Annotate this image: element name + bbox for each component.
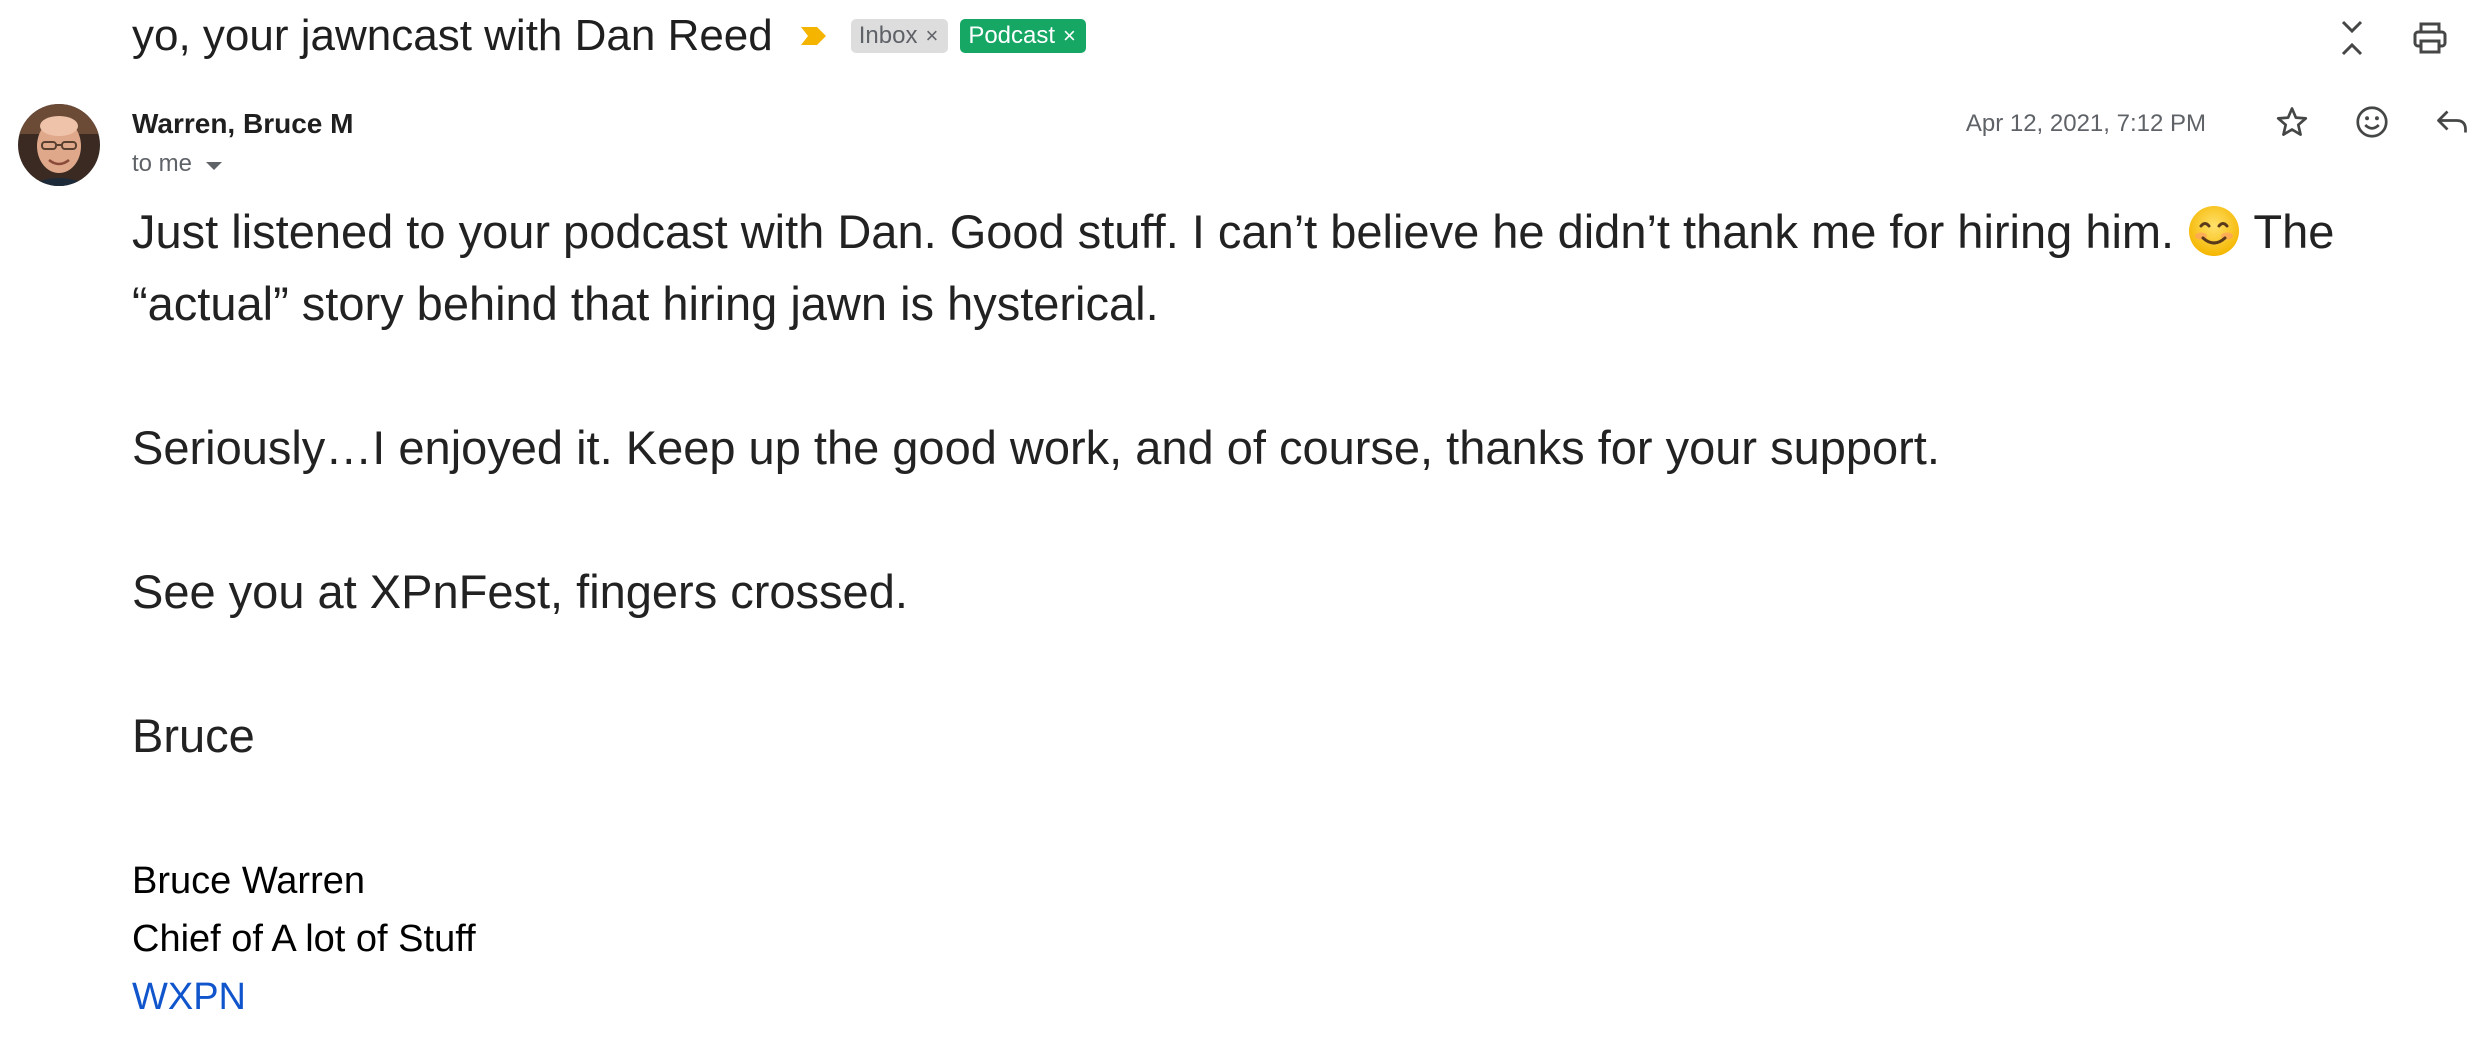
email-date: Apr 12, 2021, 7:12 PM (1965, 110, 2206, 137)
sender-name[interactable]: Warren, Bruce M (132, 108, 353, 140)
body-paragraph: Bruce (132, 709, 255, 762)
signature-org-link[interactable]: WXPN (132, 976, 246, 1018)
body-paragraph: Seriously…I enjoyed it. Keep up the good… (132, 421, 1940, 474)
body-text: Just listened to your podcast with Dan. … (132, 205, 2175, 258)
remove-label-icon[interactable]: × (1063, 25, 1076, 47)
collapse-all-icon[interactable] (2328, 14, 2376, 62)
remove-label-icon[interactable]: × (925, 25, 938, 47)
avatar[interactable] (18, 104, 100, 186)
email-subject: yo, your jawncast with Dan Reed (132, 11, 773, 60)
message-body: Just listened to your podcast with Dan. … (132, 196, 2392, 844)
signature-block: Bruce Warren Chief of A lot of Stuff WXP… (132, 852, 476, 1026)
print-icon[interactable] (2406, 14, 2454, 62)
subject-row: yo, your jawncast with Dan Reed Inbox × … (132, 6, 1098, 66)
signature-title: Chief of A lot of Stuff (132, 918, 476, 960)
reply-icon[interactable] (2428, 98, 2476, 146)
chevron-down-icon[interactable] (206, 161, 223, 170)
recipient-label: to me (132, 150, 193, 177)
body-paragraph: Just listened to your podcast with Dan. … (132, 196, 2392, 340)
add-emoji-reaction-icon[interactable] (2348, 98, 2396, 146)
star-icon[interactable] (2268, 98, 2316, 146)
body-paragraph: See you at XPnFest, fingers crossed. (132, 565, 908, 618)
label-chip-inbox: Inbox × (850, 19, 949, 53)
importance-marker-icon[interactable] (799, 24, 829, 48)
label-name: Podcast (968, 22, 1056, 49)
smiling-face-emoji-icon (2187, 204, 2241, 258)
signature-name: Bruce Warren (132, 860, 365, 902)
label-chip-podcast: Podcast × (960, 19, 1086, 53)
thread-actions (2276, 14, 2476, 62)
recipient-details[interactable]: to me (132, 150, 223, 178)
label-name: Inbox (858, 22, 918, 49)
